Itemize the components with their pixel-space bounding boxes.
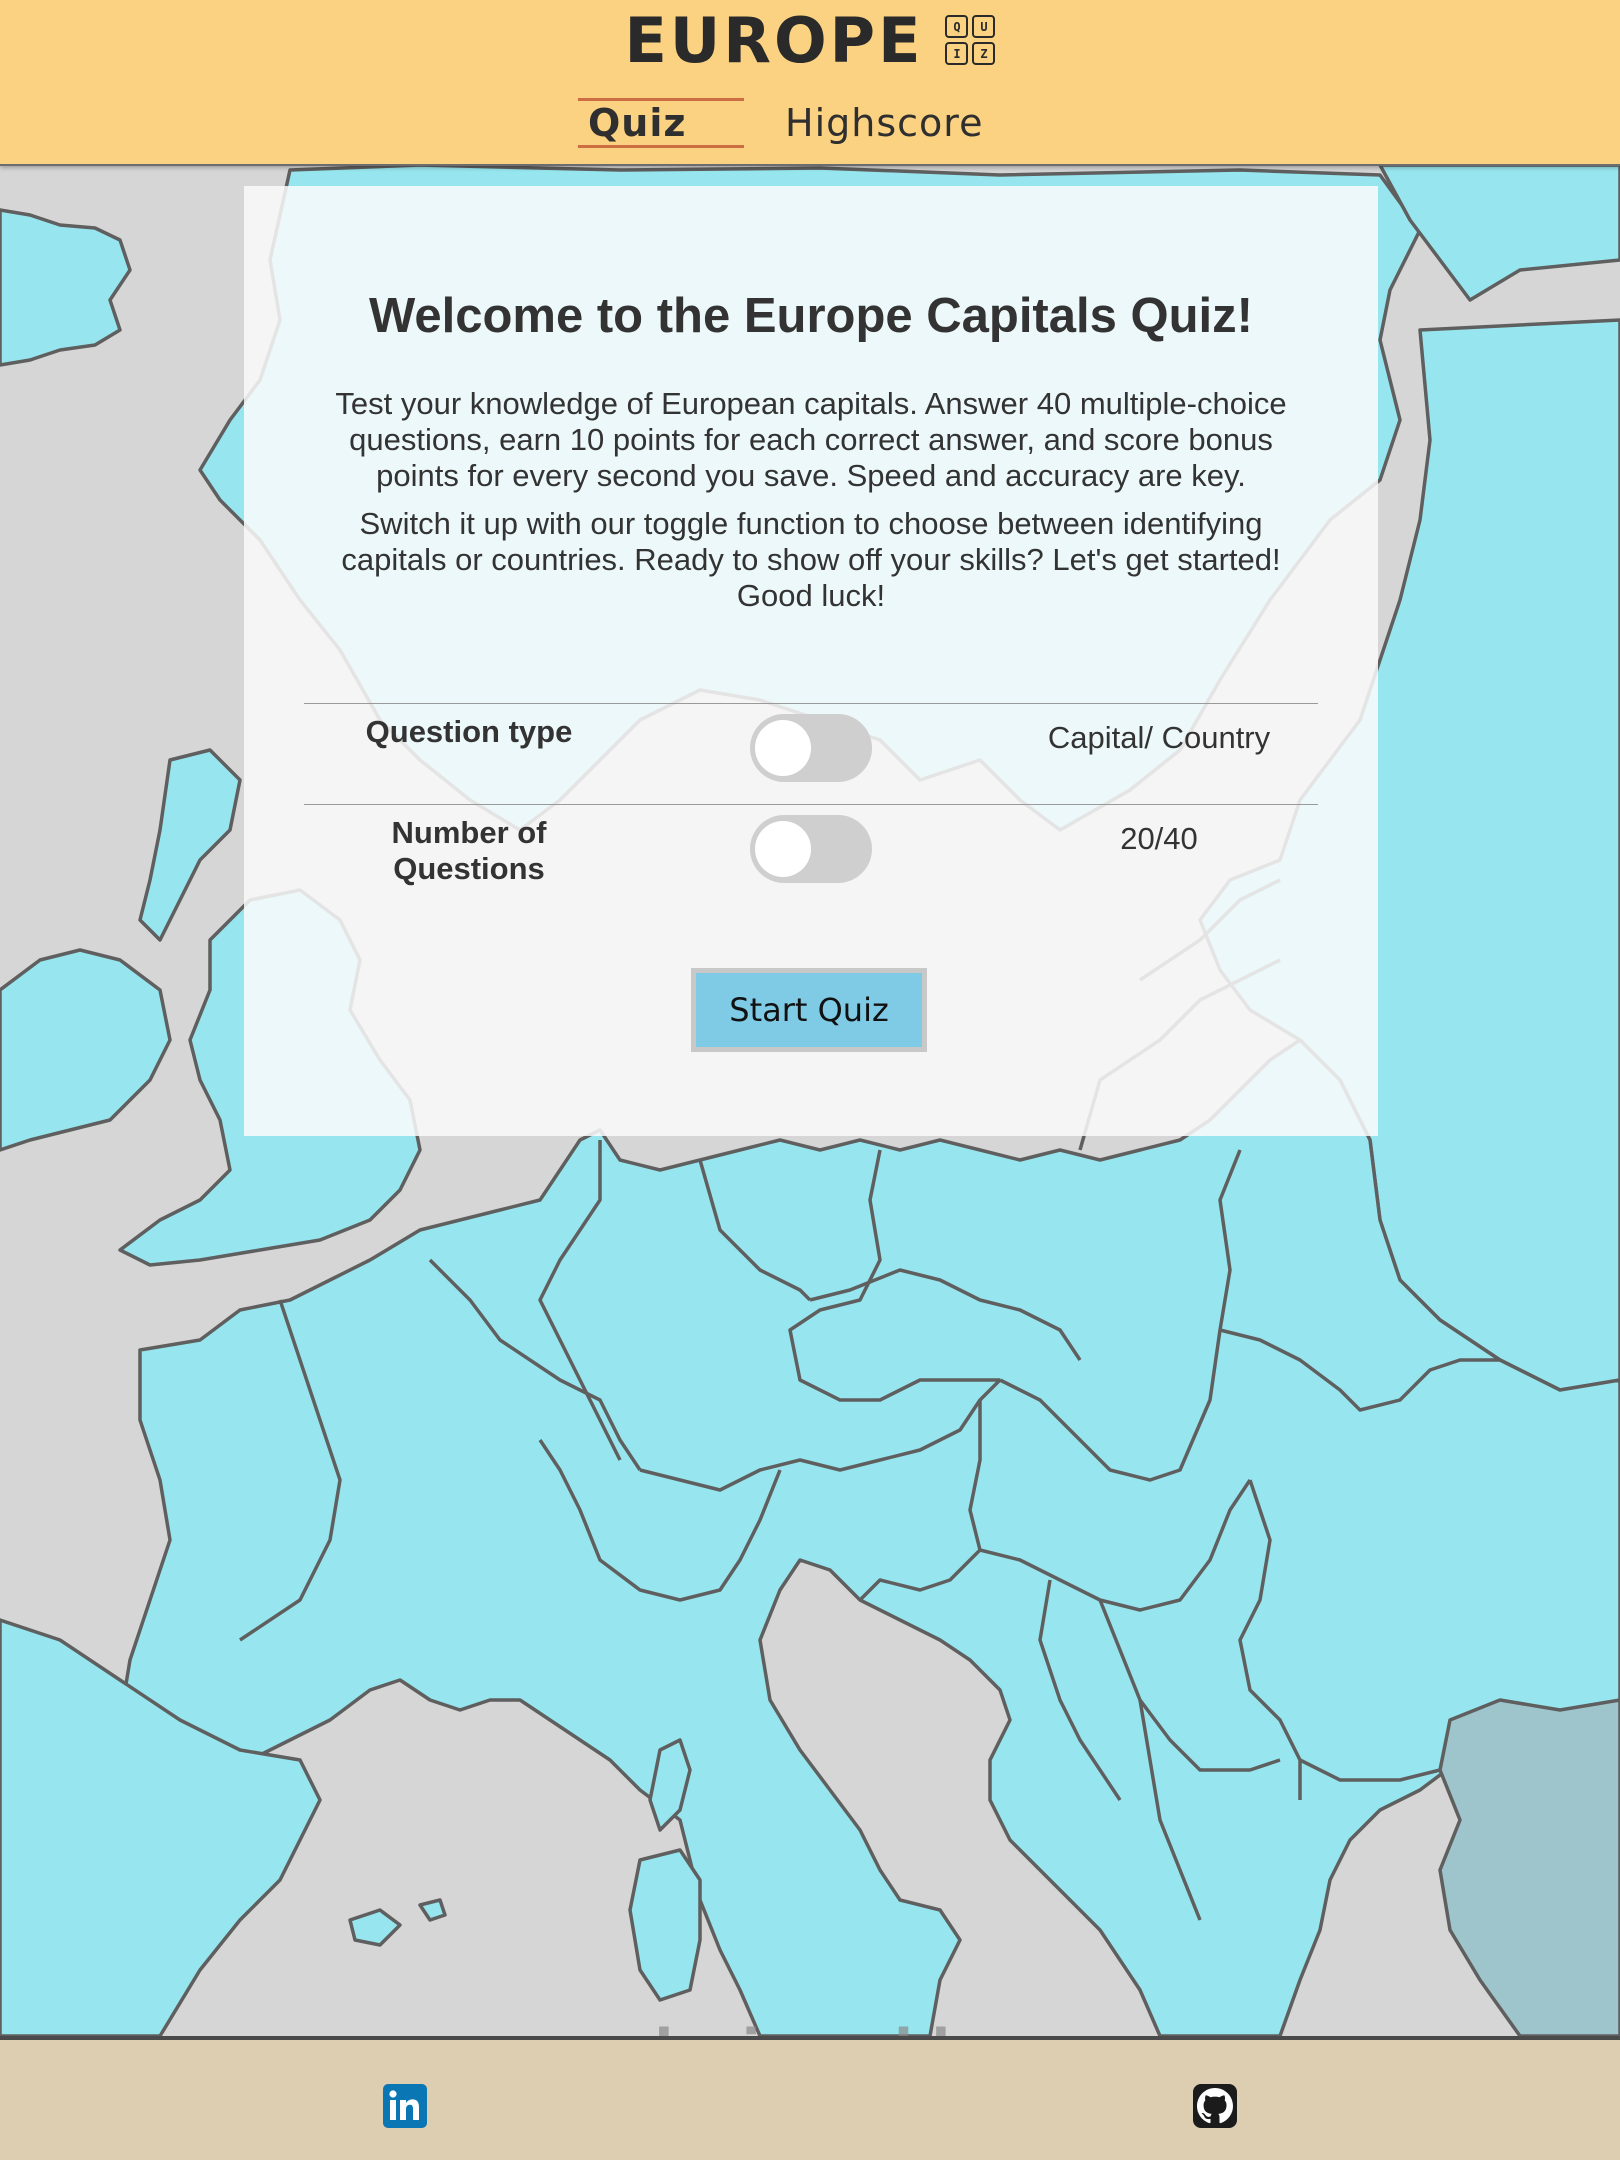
logo-letter: U xyxy=(972,15,996,38)
question-type-value: Capital/ Country xyxy=(1047,720,1271,755)
toggle-knob xyxy=(755,821,811,877)
intro-text: Test your knowledge of European capitals… xyxy=(304,386,1318,626)
quiz-logo-icon: Q U I Z xyxy=(945,15,996,65)
intro-paragraph-toggle: Switch it up with our toggle function to… xyxy=(341,506,1281,613)
logo-letter: I xyxy=(945,42,969,65)
logo-letter: Z xyxy=(972,42,996,65)
github-icon[interactable] xyxy=(1193,2084,1237,2128)
main-nav: Quiz Highscore xyxy=(0,98,1620,150)
app-footer xyxy=(0,2036,1620,2160)
quiz-page: EUROPE Q U I Z Quiz Highscore Welcome to… xyxy=(0,0,1620,2160)
toggle-knob xyxy=(755,720,811,776)
number-of-questions-label: Number of Questions xyxy=(391,815,547,886)
brand: EUROPE Q U I Z xyxy=(0,0,1620,80)
welcome-card: Welcome to the Europe Capitals Quiz! Tes… xyxy=(244,186,1378,1136)
tab-quiz[interactable]: Quiz xyxy=(578,98,744,148)
start-quiz-button[interactable]: Start Quiz xyxy=(691,968,927,1052)
logo-letter: Q xyxy=(945,15,969,38)
app-title: EUROPE xyxy=(624,3,924,77)
setting-row-question-type: Question type Capital/ Country xyxy=(304,703,1318,804)
linkedin-icon[interactable] xyxy=(383,2084,427,2128)
number-of-questions-toggle[interactable] xyxy=(750,815,872,883)
tab-highscore[interactable]: Highscore xyxy=(785,98,983,148)
welcome-heading: Welcome to the Europe Capitals Quiz! xyxy=(369,289,1253,343)
intro-paragraph-rules: Test your knowledge of European capitals… xyxy=(335,386,1287,493)
question-type-toggle[interactable] xyxy=(750,714,872,782)
number-of-questions-value: 20/40 xyxy=(1120,821,1198,856)
quiz-settings: Question type Capital/ Country Number of… xyxy=(304,703,1318,905)
app-header: EUROPE Q U I Z Quiz Highscore xyxy=(0,0,1620,166)
question-type-label: Question type xyxy=(365,714,573,749)
setting-row-number-of-questions: Number of Questions 20/40 xyxy=(304,804,1318,905)
